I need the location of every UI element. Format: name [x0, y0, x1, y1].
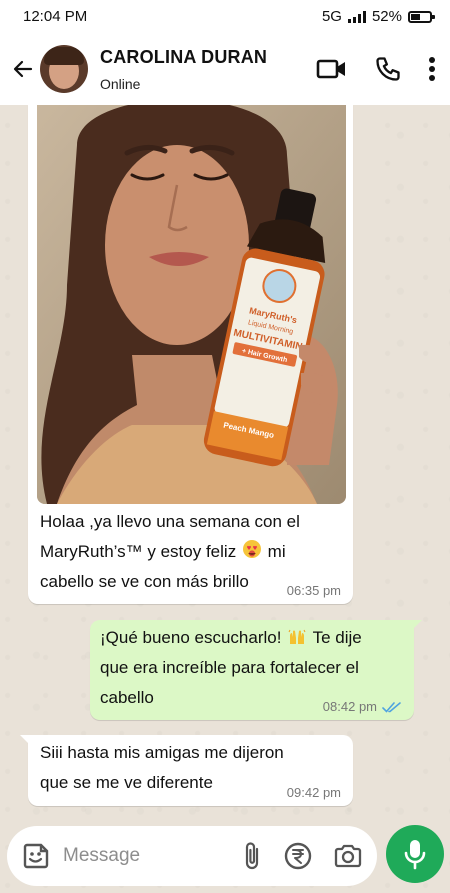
back-button[interactable] [10, 56, 36, 82]
message-outgoing-1[interactable]: ¡Qué bueno escucharlo! Te dije que era i… [90, 620, 422, 720]
timestamp-text: 09:42 pm [286, 785, 341, 800]
camera-button[interactable] [333, 842, 363, 870]
battery-percent: 52% [371, 8, 402, 25]
voice-call-button[interactable] [374, 55, 402, 83]
bubble-tail [412, 620, 422, 630]
message-incoming-1[interactable]: MaryRuth's Liquid Morning MULTIVITAMIN +… [28, 105, 353, 604]
attach-button[interactable] [241, 841, 263, 871]
message-text-part: Te dije [312, 628, 362, 647]
voice-message-button[interactable] [386, 825, 444, 883]
contact-avatar[interactable] [40, 45, 88, 93]
bubble-tail [20, 735, 30, 745]
heart-eyes-emoji-icon [242, 540, 261, 558]
message-timestamp: 09:42 pm [287, 785, 341, 800]
camera-icon [334, 844, 362, 868]
status-bar: 12:04 PM 5G 52% [0, 0, 450, 33]
photo-woman-with-bottle: MaryRuth's Liquid Morning MULTIVITAMIN +… [37, 105, 346, 504]
contact-info[interactable]: CAROLINA DURAN Online [100, 47, 267, 92]
phone-icon [376, 57, 400, 81]
double-check-read-icon [382, 701, 401, 713]
microphone-icon [404, 840, 426, 870]
battery-icon [408, 10, 435, 23]
message-photo[interactable]: MaryRuth's Liquid Morning MULTIVITAMIN +… [37, 105, 346, 504]
header-actions [316, 55, 450, 83]
payment-button[interactable] [283, 841, 313, 871]
message-text-part: ¡Qué bueno escucharlo! [100, 628, 282, 647]
timestamp-text: 08:42 pm [322, 699, 377, 714]
network-label: 5G [321, 8, 342, 25]
arrow-left-icon [13, 60, 33, 78]
video-camera-icon [316, 59, 345, 79]
message-incoming-2[interactable]: Siii hasta mis amigas me dijeron que se … [20, 735, 353, 806]
contact-name: CAROLINA DURAN [100, 46, 268, 67]
raising-hands-emoji-icon [288, 626, 306, 644]
rupee-payment-icon [284, 842, 312, 870]
message-timestamp: 06:35 pm [287, 583, 341, 598]
signal-icon [347, 10, 366, 23]
message-text-line: que era increíble para fortalecer el [100, 658, 359, 677]
video-call-button[interactable] [316, 57, 348, 81]
more-vertical-icon [429, 57, 435, 81]
message-text-line: Holaa ,ya llevo una semana con el [40, 512, 300, 531]
message-input[interactable] [61, 844, 205, 868]
emoji-button[interactable] [21, 841, 51, 871]
paperclip-icon [245, 842, 259, 870]
timestamp-text: 06:35 pm [286, 583, 341, 598]
message-text-part: mi [267, 542, 286, 561]
message-text-line: Siii hasta mis amigas me dijeron [40, 743, 284, 762]
status-time: 12:04 PM [23, 8, 88, 25]
more-options-button[interactable] [428, 56, 436, 82]
sticker-emoji-icon [23, 843, 49, 869]
message-timestamp: 08:42 pm [323, 699, 402, 714]
message-composer [7, 826, 377, 886]
chat-header: CAROLINA DURAN Online [0, 33, 450, 105]
message-text-line: MaryRuth’s™ y estoy feliz mi [40, 537, 345, 567]
message-text-part: MaryRuth’s™ y estoy feliz [40, 542, 237, 561]
contact-status: Online [100, 75, 141, 92]
message-text-line: ¡Qué bueno escucharlo! Te dije [100, 623, 405, 653]
status-indicators: 5G 52% [321, 8, 435, 25]
composer-actions [241, 841, 363, 871]
